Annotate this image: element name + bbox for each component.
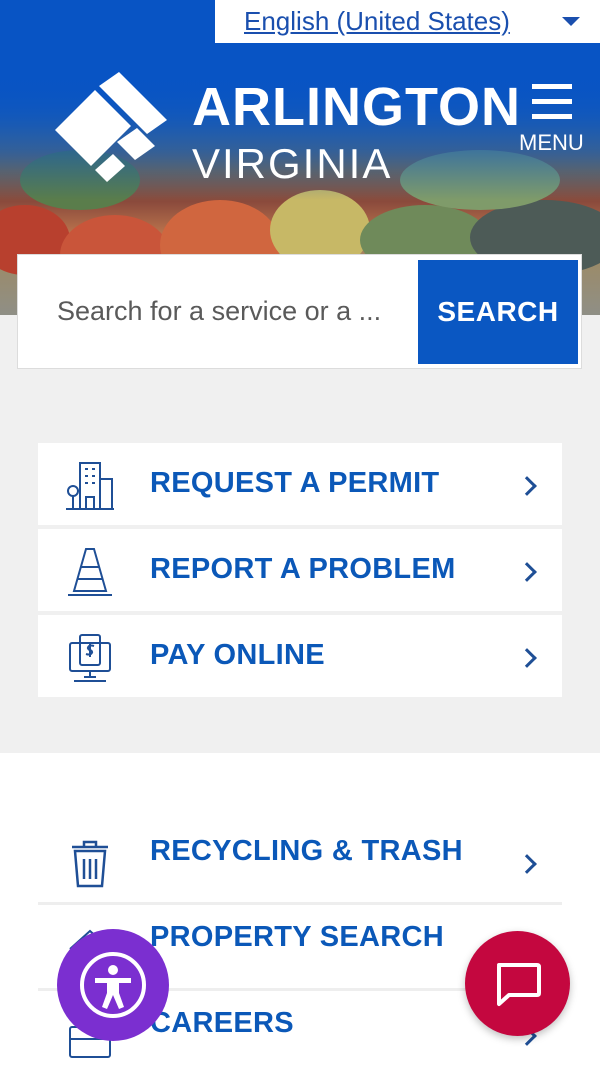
chevron-right-icon (517, 562, 537, 582)
quick-action-label[interactable]: REQUEST A PERMIT (150, 467, 439, 500)
chevron-right-icon (517, 648, 537, 668)
logo-state[interactable]: VIRGINIA (192, 140, 392, 188)
list-item-recycling-trash[interactable]: RECYCLING & TRASH (38, 819, 562, 905)
accessibility-button[interactable] (57, 929, 169, 1041)
quick-action-label[interactable]: PAY ONLINE (150, 639, 325, 672)
search-input[interactable] (21, 258, 416, 365)
quick-action-request-permit[interactable]: REQUEST A PERMIT (38, 443, 562, 525)
language-label[interactable]: English (United States) (244, 6, 510, 37)
accessibility-icon[interactable] (80, 952, 146, 1018)
arlington-logo-icon[interactable] (55, 72, 167, 184)
trash-bin-icon (72, 840, 108, 888)
payment-terminal-icon (69, 634, 111, 682)
quick-actions-panel: REQUEST A PERMIT REPORT A PROBLEM PAY ON… (0, 315, 600, 753)
chevron-right-icon (517, 854, 537, 874)
menu-label[interactable]: MENU (519, 130, 584, 156)
logo-name[interactable]: ARLINGTON (192, 76, 521, 138)
list-item-label[interactable]: CAREERS (150, 1007, 294, 1040)
quick-action-report-problem[interactable]: REPORT A PROBLEM (38, 529, 562, 611)
search-bar: SEARCH (18, 255, 581, 368)
menu-button[interactable]: MENU (512, 78, 588, 160)
list-item-label[interactable]: RECYCLING & TRASH (150, 835, 463, 868)
chevron-down-icon[interactable] (562, 17, 580, 26)
traffic-cone-icon (68, 548, 112, 596)
building-icon (66, 462, 114, 510)
search-button[interactable]: SEARCH (418, 260, 578, 364)
chat-bubble-icon[interactable] (465, 931, 570, 1036)
hamburger-icon[interactable] (532, 84, 572, 120)
chat-button[interactable] (465, 931, 570, 1036)
chevron-right-icon (517, 476, 537, 496)
quick-action-label[interactable]: REPORT A PROBLEM (150, 553, 456, 586)
language-selector[interactable]: English (United States) (215, 0, 600, 43)
list-item-label[interactable]: PROPERTY SEARCH (150, 921, 444, 954)
quick-action-pay-online[interactable]: PAY ONLINE (38, 615, 562, 697)
